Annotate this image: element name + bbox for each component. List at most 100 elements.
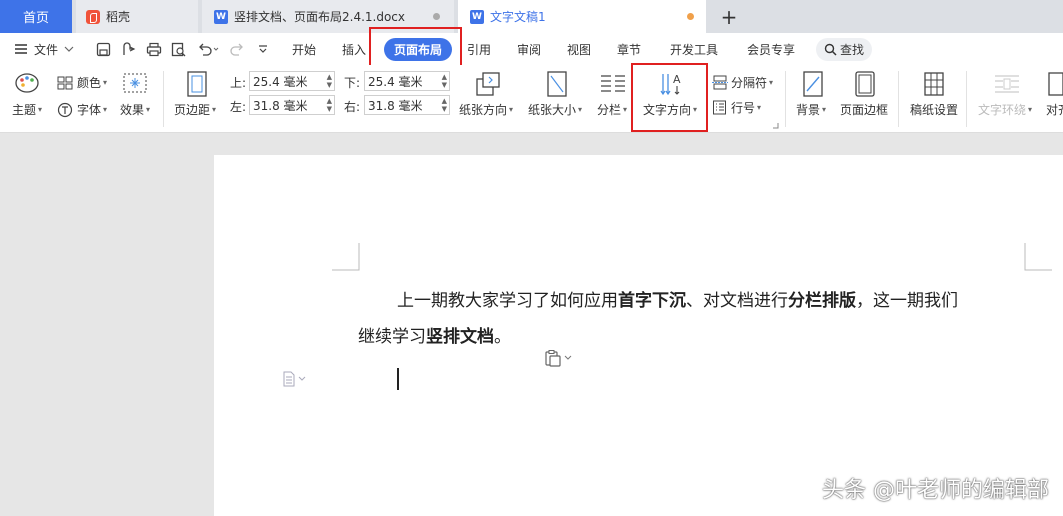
unsaved-dot-icon[interactable] — [687, 13, 694, 20]
tab-chapter[interactable]: 章节 — [617, 33, 641, 65]
color-button[interactable]: 颜色 — [57, 74, 107, 91]
text-run: ，这一期我们 — [856, 291, 958, 311]
print-preview-button[interactable] — [171, 33, 187, 65]
search-icon — [824, 43, 837, 56]
tab-document-2[interactable]: W 文字文稿1 — [458, 0, 706, 33]
dialog-launcher-icon[interactable] — [773, 123, 779, 129]
tab-member-label: 会员专享 — [747, 42, 796, 57]
manuscript-grid-icon — [924, 72, 944, 96]
manuscript-button[interactable]: 稿纸设置 — [910, 101, 958, 118]
margin-right-input[interactable]: 31.8 毫米 ▲ ▼ — [364, 95, 450, 115]
paste-options-button[interactable] — [544, 349, 572, 367]
print-preview-icon — [171, 42, 186, 56]
tab-review[interactable]: 审阅 — [517, 33, 541, 65]
spinner-icon[interactable]: ▲ ▼ — [442, 73, 447, 89]
margin-right-value: 31.8 毫米 — [368, 98, 423, 113]
background-icon-button[interactable] — [802, 71, 824, 97]
effect-icon — [123, 73, 147, 93]
tab-devtools[interactable]: 开发工具 — [670, 33, 718, 65]
tab-close-dot-icon[interactable] — [433, 13, 440, 20]
tab-member[interactable]: 会员专享 — [747, 33, 795, 65]
manuscript-icon-button[interactable] — [923, 71, 945, 97]
spinner-icon[interactable]: ▲ ▼ — [442, 97, 447, 113]
breaks-button[interactable]: 分隔符 — [712, 74, 773, 91]
tab-view-label: 视图 — [567, 42, 592, 57]
tab-bar: 首页 稻壳 W 竖排文档、页面布局2.4.1.docx W 文字文稿1 + — [0, 0, 1063, 33]
orientation-icon-button[interactable] — [475, 71, 501, 97]
spinner-icon[interactable]: ▲ ▼ — [327, 73, 332, 89]
hamburger-icon — [15, 44, 27, 54]
columns-icon-button[interactable] — [600, 73, 626, 95]
search-button[interactable]: 查找 — [816, 33, 873, 65]
tab-home-label: 首页 — [22, 11, 49, 26]
orientation-label: 纸张方向 — [459, 103, 508, 117]
quick-access-dropdown[interactable] — [258, 33, 268, 65]
tab-daoke-label: 稻壳 — [106, 10, 131, 24]
margins-icon — [187, 71, 207, 97]
chevron-down-icon — [64, 46, 74, 52]
orientation-icon — [476, 72, 500, 96]
background-button[interactable]: 背景 — [796, 101, 826, 118]
highlight-box-page-layout — [369, 27, 462, 67]
paragraph-line-1: 上一期教大家学习了如何应用首字下沉、对文档进行分栏排版，这一期我们 — [397, 286, 958, 311]
margin-left-input[interactable]: 31.8 毫米 ▲ ▼ — [249, 95, 335, 115]
tab-insert[interactable]: 插入 — [342, 33, 366, 65]
tab-start[interactable]: 开始 — [292, 33, 316, 65]
save-icon — [96, 42, 111, 56]
theme-button[interactable]: 主题 — [12, 101, 42, 118]
size-button[interactable]: 纸张大小 — [528, 101, 582, 118]
size-icon-button[interactable] — [546, 71, 568, 97]
new-tab-button[interactable]: + — [714, 0, 744, 33]
menu-bar: 文件 开始 插入 页面布局 引用 审阅 视图 章节 开发工具 会员专享 查找 — [0, 27, 1063, 67]
margins-button[interactable]: 页边距 — [174, 101, 216, 118]
effect-button[interactable]: 效果 — [120, 101, 150, 118]
document-page[interactable]: 上一期教大家学习了如何应用首字下沉、对文档进行分栏排版，这一期我们 继续学习竖排… — [214, 155, 1063, 516]
undo-button[interactable] — [197, 33, 219, 65]
separator — [966, 71, 967, 127]
line-numbers-button[interactable]: 行号 — [712, 99, 761, 116]
effect-icon-button[interactable] — [123, 73, 147, 93]
tab-home[interactable]: 首页 — [0, 0, 72, 33]
margin-bottom-label: 下: — [344, 76, 361, 90]
text-wrap-button[interactable]: 文字环绕 — [978, 101, 1032, 118]
palette-icon — [15, 73, 39, 93]
file-menu[interactable]: 文件 — [14, 33, 74, 65]
align-icon-button[interactable] — [1047, 71, 1063, 97]
text-run: 、对文档进行 — [686, 291, 788, 311]
columns-button[interactable]: 分栏 — [597, 101, 627, 118]
print-button[interactable] — [146, 33, 162, 65]
paragraph-mark-button[interactable] — [282, 371, 306, 387]
redo-button[interactable] — [230, 33, 246, 65]
redo-icon — [230, 43, 243, 56]
margin-bottom-value: 25.4 毫米 — [368, 74, 423, 89]
clipboard-icon — [545, 350, 561, 367]
tab-document-1-label: 竖排文档、页面布局2.4.1.docx — [234, 10, 406, 24]
print-icon — [146, 42, 162, 56]
save-button[interactable] — [96, 33, 111, 65]
effect-label: 效果 — [120, 103, 145, 117]
plus-icon: + — [720, 4, 738, 29]
margin-bottom-input[interactable]: 25.4 毫米 ▲ ▼ — [364, 71, 450, 91]
text-wrap-icon — [995, 75, 1019, 93]
orientation-button[interactable]: 纸张方向 — [459, 101, 513, 118]
tab-daoke[interactable]: 稻壳 — [76, 0, 198, 33]
align-button[interactable]: 对齐 — [1046, 101, 1063, 118]
margin-top-input[interactable]: 25.4 毫米 ▲ ▼ — [249, 71, 335, 91]
export-pdf-button[interactable] — [121, 33, 136, 65]
margins-icon-button[interactable] — [186, 71, 208, 97]
tab-view[interactable]: 视图 — [567, 33, 591, 65]
bold-text-run: 分栏排版 — [788, 291, 856, 311]
page-border-icon-button[interactable] — [854, 71, 876, 97]
spinner-icon[interactable]: ▲ ▼ — [327, 97, 332, 113]
theme-palette-button[interactable] — [14, 72, 40, 94]
bold-text-run: 首字下沉 — [618, 291, 686, 311]
page-border-button[interactable]: 页面边框 — [840, 101, 888, 118]
search-pill: 查找 — [816, 37, 873, 61]
tab-reference[interactable]: 引用 — [467, 33, 491, 65]
manuscript-label: 稿纸设置 — [910, 103, 959, 117]
background-label: 背景 — [796, 103, 821, 117]
text-run: 上一期教大家学习了如何应用 — [397, 291, 618, 311]
text-cursor — [397, 368, 399, 390]
text-wrap-icon-button[interactable] — [994, 73, 1020, 95]
font-theme-button[interactable]: 字体 — [57, 101, 107, 118]
